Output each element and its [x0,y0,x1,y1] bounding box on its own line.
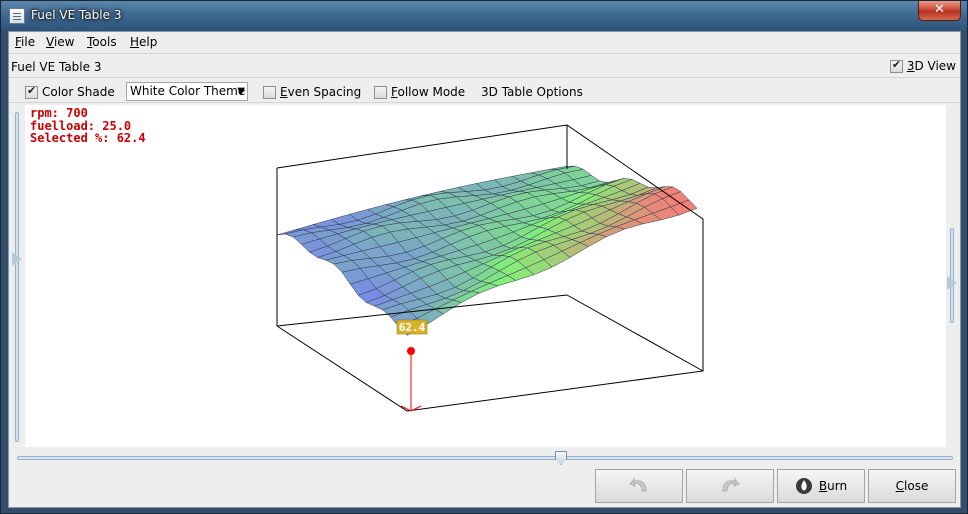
color-shade-check-box[interactable] [25,84,38,99]
menu-tools[interactable]: Tools [87,35,117,49]
burn-flame-icon [795,478,812,494]
window-title: Fuel VE Table 3 [31,8,122,22]
ve-surface-mesh [276,165,698,336]
even-spacing-checkbox[interactable]: Even Spacing [263,85,361,99]
options-toolbar: Color Shade White Color Theme ▼ Even Spa… [9,79,960,103]
surface-plot[interactable]: rpm: 700 fuelload: 25.0 Selected %: 62.4 [25,105,946,447]
table-options-link[interactable]: 3D Table Options [481,85,583,99]
undo-arrow-icon [629,477,647,492]
table-header: Fuel VE Table 3 3D View [9,54,960,78]
even-spacing-check-box[interactable] [263,85,276,99]
color-shade-checkbox[interactable]: Color Shade [25,84,115,99]
window-app-icon [9,8,25,24]
follow-mode-checkbox[interactable]: Follow Mode [374,85,465,99]
left-slider-track[interactable] [15,112,19,442]
title-bar[interactable]: Fuel VE Table 3 ✕ [1,1,967,31]
horizontal-slider-track[interactable] [17,456,953,460]
dropdown-arrow-icon: ▼ [237,86,245,97]
left-slider-thumb[interactable] [12,252,22,266]
view3d-checkbox[interactable]: 3D View [889,58,956,73]
horizontal-slider[interactable] [17,451,953,465]
view3d-check-box[interactable] [889,58,903,73]
undo-button[interactable] [595,469,683,503]
app-window: Fuel VE Table 3 ✕ File View Tools Help F… [0,0,968,514]
cursor-value-text: 62.4 [399,321,426,334]
window-close-button[interactable]: ✕ [918,1,961,21]
left-vertical-slider[interactable] [12,112,22,442]
burn-button[interactable]: Burn [777,469,865,503]
close-button[interactable]: Close [868,469,956,503]
menu-bar: File View Tools Help [9,32,960,54]
follow-mode-check-box[interactable] [374,85,387,99]
selection-cursor: 62.4 [396,319,428,412]
theme-select[interactable]: White Color Theme ▼ [126,82,248,101]
menu-file[interactable]: File [15,35,35,49]
table-name-label: Fuel VE Table 3 [11,60,102,74]
surface-canvas[interactable]: 62.4 [25,105,946,447]
close-icon: ✕ [934,2,945,17]
right-vertical-slider[interactable] [947,228,957,323]
client-area: File View Tools Help Fuel VE Table 3 3D … [8,31,961,508]
selected-cell-marker [407,347,415,355]
menu-help[interactable]: Help [130,35,157,49]
redo-arrow-icon [722,477,740,492]
redo-button[interactable] [686,469,774,503]
horizontal-slider-thumb[interactable] [555,451,567,465]
menu-view[interactable]: View [46,35,74,49]
right-slider-thumb[interactable] [947,276,957,290]
